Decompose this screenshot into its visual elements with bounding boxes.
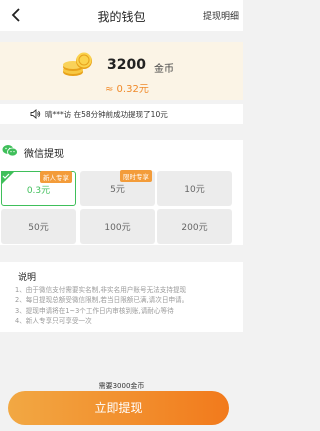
limited-time-tag: 限时专享 bbox=[120, 170, 152, 182]
rule-item: 3、提现申请将在1~3个工作日内审核到账,请耐心等待 bbox=[15, 306, 174, 315]
amount-label: 10元 bbox=[184, 185, 205, 195]
description-section: 说明 1、由于微信支付需要实名制,非实名用户账号无法支持提现 2、每日提现总额受… bbox=[0, 262, 243, 332]
wechat-icon bbox=[2, 145, 18, 157]
coin-amount: 3200 bbox=[107, 57, 146, 73]
wechat-withdraw-section: 微信提现 新人专享 0.3元 限时专享 5元 10元 50元 100元 200元 bbox=[0, 140, 243, 245]
amount-option-50[interactable]: 50元 bbox=[1, 209, 76, 244]
amount-label: 0.3元 bbox=[26, 186, 51, 196]
amount-option-100[interactable]: 100元 bbox=[80, 209, 155, 244]
rule-item: 1、由于微信支付需要实名制,非实名用户账号无法支持提现 bbox=[15, 286, 187, 294]
gold-coins-icon bbox=[63, 52, 92, 76]
amount-option-0-3[interactable]: 新人专享 0.3元 bbox=[0, 170, 76, 206]
amount-option-5[interactable]: 限时专享 5元 bbox=[80, 170, 155, 206]
withdraw-title: 微信提现 bbox=[24, 149, 64, 160]
withdraw-history-link[interactable]: 提现明细 bbox=[203, 9, 239, 22]
amount-label: 200元 bbox=[181, 223, 208, 233]
new-user-tag: 新人专享 bbox=[40, 171, 72, 183]
amount-option-200[interactable]: 200元 bbox=[157, 209, 232, 244]
rule-item: 2、每日提现总额受微信限制,若当日限额已满,请次日申请。 bbox=[15, 296, 189, 305]
rule-item: 4、新人专享只可享受一次 bbox=[15, 317, 92, 326]
notice-text: 晴***访 在58分钟前成功提现了10元 bbox=[45, 110, 168, 119]
rules-list: 1、由于微信支付需要实名制,非实名用户账号无法支持提现 2、每日提现总额受微信限… bbox=[15, 285, 241, 327]
withdraw-now-button[interactable]: 立即提现 bbox=[8, 391, 229, 425]
speaker-icon bbox=[30, 109, 41, 119]
amount-label: 100元 bbox=[104, 223, 131, 233]
amount-option-10[interactable]: 10元 bbox=[157, 171, 232, 206]
check-icon bbox=[0, 170, 15, 185]
balance-card: 3200 金币 ≈ 0.32元 bbox=[0, 42, 243, 100]
cash-equivalent: ≈ 0.32元 bbox=[105, 84, 149, 95]
header-bar: 我的钱包 提现明细 bbox=[0, 0, 243, 31]
coin-unit: 金币 bbox=[154, 64, 174, 75]
required-coins-text: 需要3000金币 bbox=[98, 382, 145, 390]
wallet-page: 我的钱包 提现明细 3200 金币 ≈ 0.32元 晴***访 在58分钟前成功… bbox=[0, 0, 243, 431]
description-title: 说明 bbox=[18, 273, 37, 283]
notice-bar: 晴***访 在58分钟前成功提现了10元 bbox=[0, 104, 243, 124]
amount-label: 5元 bbox=[110, 185, 125, 195]
amount-label: 50元 bbox=[28, 223, 49, 233]
